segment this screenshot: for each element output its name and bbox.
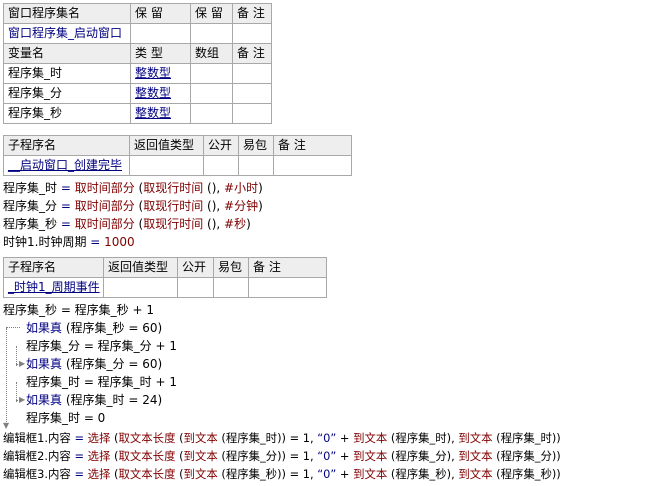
sub-remark-cell[interactable] — [248, 277, 327, 298]
col-easy-package: 易包 — [213, 257, 249, 278]
code-line[interactable]: 如果真 (程序集_秒 = 60) — [26, 319, 162, 337]
variable-remark[interactable] — [232, 83, 272, 104]
col-reserved-1: 保 留 — [130, 3, 191, 24]
flow-guide-line — [16, 382, 17, 402]
col-easy-package: 易包 — [238, 135, 274, 156]
variable-row[interactable]: 程序集_时 整数型 — [3, 63, 272, 84]
window-program-name[interactable]: 窗口程序集_启动窗口 — [3, 23, 131, 44]
code-line[interactable]: 程序集_分 = 取时间部分 (取现行时间 (), #分钟) — [3, 197, 263, 215]
col-sub-remark: 备 注 — [273, 135, 352, 156]
flow-arrow-icon: ▶ — [19, 395, 26, 404]
remark-cell[interactable] — [232, 23, 272, 44]
if-keyword: 如果真 — [26, 393, 63, 407]
subroutine-table-2: 子程序名 返回值类型 公开 易包 备 注 _时钟1_周期事件 — [3, 257, 327, 298]
variable-array[interactable] — [190, 83, 233, 104]
code-line[interactable]: 程序集_分 = 程序集_分 + 1 — [26, 337, 177, 355]
subroutine-name[interactable]: _时钟1_周期事件 — [3, 277, 104, 298]
code-line[interactable]: 程序集_时 = 0 — [26, 409, 105, 427]
reserved-cell-1[interactable] — [130, 23, 191, 44]
sub-remark-cell[interactable] — [273, 155, 352, 176]
subroutine-table-1: 子程序名 返回值类型 公开 易包 备 注 __启动窗口_创建完毕 — [3, 135, 352, 176]
code-line[interactable]: 如果真 (程序集_分 = 60) — [26, 355, 162, 373]
variable-type[interactable]: 整数型 — [130, 103, 191, 124]
variable-remark[interactable] — [232, 103, 272, 124]
return-type-cell[interactable] — [103, 277, 178, 298]
col-public: 公开 — [203, 135, 239, 156]
variable-table: 变量名 类 型 数组 备 注 程序集_时 整数型 程序集_分 整数型 程序集_秒… — [3, 43, 272, 124]
code-line[interactable]: 程序集_秒 = 程序集_秒 + 1 — [3, 301, 154, 319]
col-reserved-2: 保 留 — [190, 3, 233, 24]
public-cell[interactable] — [203, 155, 239, 176]
variable-type[interactable]: 整数型 — [130, 63, 191, 84]
variable-row[interactable]: 程序集_秒 整数型 — [3, 103, 272, 124]
variable-type[interactable]: 整数型 — [130, 83, 191, 104]
col-type: 类 型 — [130, 43, 191, 64]
code-line[interactable]: 程序集_时 = 程序集_时 + 1 — [26, 373, 177, 391]
code-line[interactable]: 程序集_时 = 取时间部分 (取现行时间 (), #小时) — [3, 179, 263, 197]
variable-name[interactable]: 程序集_秒 — [3, 103, 131, 124]
code-line[interactable]: 程序集_秒 = 取时间部分 (取现行时间 (), #秒) — [3, 215, 251, 233]
variable-name[interactable]: 程序集_分 — [3, 83, 131, 104]
col-subroutine-name: 子程序名 — [3, 257, 104, 278]
easy-package-cell[interactable] — [213, 277, 249, 298]
col-variable-name: 变量名 — [3, 43, 131, 64]
window-program-table: 窗口程序集名 保 留 保 留 备 注 窗口程序集_启动窗口 — [3, 3, 272, 44]
code-line[interactable]: 如果真 (程序集_时 = 24) — [26, 391, 162, 409]
flow-arrow-icon: ▶ — [19, 359, 26, 368]
if-keyword: 如果真 — [26, 357, 63, 371]
col-public: 公开 — [177, 257, 214, 278]
col-var-remark: 备 注 — [232, 43, 272, 64]
code-line[interactable]: 编辑框2.内容 = 选择 (取文本长度 (到文本 (程序集_分)) = 1, “… — [3, 447, 561, 465]
if-keyword: 如果真 — [26, 321, 63, 335]
variable-array[interactable] — [190, 103, 233, 124]
col-array: 数组 — [190, 43, 233, 64]
col-return-type: 返回值类型 — [129, 135, 204, 156]
col-return-type: 返回值类型 — [103, 257, 178, 278]
col-remark: 备 注 — [232, 3, 272, 24]
code-line[interactable]: 时钟1.时钟周期 = 1000 — [3, 233, 135, 251]
variable-name[interactable]: 程序集_时 — [3, 63, 131, 84]
col-sub-remark: 备 注 — [248, 257, 327, 278]
col-subroutine-name: 子程序名 — [3, 135, 130, 156]
subroutine-name[interactable]: __启动窗口_创建完毕 — [3, 155, 130, 176]
variable-row[interactable]: 程序集_分 整数型 — [3, 83, 272, 104]
flow-guide-branch — [6, 327, 20, 328]
variable-array[interactable] — [190, 63, 233, 84]
flow-guide-line — [16, 346, 17, 366]
code-line[interactable]: 编辑框1.内容 = 选择 (取文本长度 (到文本 (程序集_时)) = 1, “… — [3, 429, 561, 447]
reserved-cell-2[interactable] — [190, 23, 233, 44]
variable-remark[interactable] — [232, 63, 272, 84]
public-cell[interactable] — [177, 277, 214, 298]
flow-guide-line — [6, 328, 7, 424]
col-window-program-name: 窗口程序集名 — [3, 3, 131, 24]
return-type-cell[interactable] — [129, 155, 204, 176]
code-line[interactable]: 编辑框3.内容 = 选择 (取文本长度 (到文本 (程序集_秒)) = 1, “… — [3, 465, 561, 483]
easy-package-cell[interactable] — [238, 155, 274, 176]
